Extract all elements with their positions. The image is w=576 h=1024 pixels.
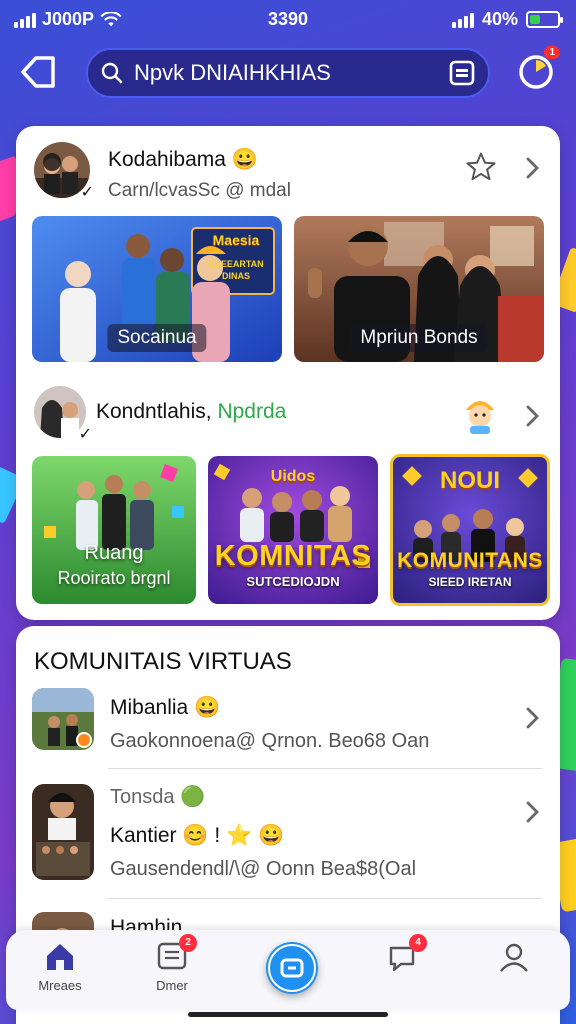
nav-badge: 4 — [409, 934, 427, 952]
favorite-star-icon[interactable] — [464, 150, 498, 184]
nav-label: Dmer — [156, 978, 188, 993]
community-row[interactable]: Mibanlia 😀 Gaokonnoena@ Qrnon. Beo68 Oan — [16, 688, 560, 766]
search-bar[interactable]: Npvk DNIAIHKHIAS — [86, 48, 490, 98]
emoji-icon: 😊 — [182, 824, 209, 847]
group-header[interactable]: ✓ Kondntlahis, Npdrda — [16, 380, 560, 450]
notification-button[interactable]: 1 — [516, 46, 560, 92]
media-tile[interactable]: Ruang Rooirato brgnl — [32, 456, 196, 604]
divider — [108, 768, 542, 769]
battery-icon — [526, 11, 563, 28]
media-tile[interactable]: NOUI KOMUNITANS SIEED IRETAN — [390, 454, 550, 606]
status-bar: J000P 3390 40% — [0, 0, 576, 40]
create-button[interactable] — [266, 942, 318, 994]
smile-emoji-icon: 😀 — [194, 696, 221, 719]
community-thumbnail — [32, 784, 94, 880]
tile-sign-subtitle: SUEEARTAN DINAS — [208, 259, 264, 281]
notification-badge: 1 — [544, 46, 560, 59]
verified-icon: ✓ — [78, 426, 92, 443]
community-subtitle: Gaokonnoena@ Qrnon. Beo68 Oan — [110, 730, 430, 752]
home-icon — [47, 944, 73, 970]
chevron-right-icon[interactable] — [522, 706, 542, 730]
bottom-navigation: Mreaes 2 Dmer 4 — [6, 930, 570, 1010]
scan-icon[interactable] — [448, 59, 476, 87]
search-input[interactable]: Npvk DNIAIHKHIAS — [134, 60, 448, 86]
community-kicker: Tonsda 🟢 — [110, 786, 205, 808]
group-title: Kodahibama 😀 — [108, 148, 258, 171]
nav-label: Mreaes — [38, 978, 82, 993]
tile-top-word: NOUI — [440, 467, 500, 494]
nav-messages[interactable]: 2 Dmer — [132, 934, 212, 993]
back-arrow-icon — [21, 56, 55, 88]
community-title: Kantier 😊 ! ⭐ 😀 — [110, 824, 285, 847]
smile-emoji-icon: 😀 — [258, 824, 285, 847]
group-mascot-icon — [460, 394, 500, 434]
media-tile[interactable]: Mpriun Bonds — [294, 216, 544, 362]
nav-notifications[interactable]: 4 — [362, 934, 442, 978]
star-emoji-icon: ⭐ — [226, 824, 253, 847]
tile-headline: KOMNITAS — [214, 540, 372, 572]
chevron-right-icon[interactable] — [522, 156, 542, 180]
media-tile[interactable]: Maesia SUEEARTAN DINAS Socainua — [32, 216, 282, 362]
section-title: KOMUNITAIS VIRTUAS — [34, 648, 292, 675]
tile-subtitle: Rooirato brgnl — [57, 568, 171, 588]
tile-caption: SUTCEDIOJDN — [246, 574, 340, 589]
community-subtitle: Gausendendl/\@ Oonn Bea$8(Oal — [110, 858, 417, 880]
chevron-right-icon[interactable] — [522, 800, 542, 824]
tile-label: Mpriun Bonds — [350, 324, 488, 352]
nav-profile[interactable] — [474, 940, 554, 978]
tile-top-word: Uidos — [270, 468, 316, 485]
tile-title: Ruang — [84, 542, 144, 564]
group-subtitle: Carn/lcvasSc @ mdal — [108, 180, 291, 201]
tile-label: Socainua — [107, 324, 207, 352]
add-icon — [268, 944, 316, 992]
search-icon — [101, 62, 123, 84]
background-shape — [0, 155, 16, 225]
nav-home[interactable]: Mreaes — [20, 940, 100, 993]
community-thumbnail — [32, 688, 94, 750]
verified-icon: ✓ — [80, 184, 94, 201]
back-button[interactable] — [18, 52, 58, 92]
community-title: Mibanlia 😀 — [110, 696, 221, 719]
battery-percent: 40% — [481, 9, 518, 29]
community-row[interactable]: Tonsda 🟢 Kantier 😊 ! ⭐ 😀 Gausendendl/\@ … — [16, 784, 560, 888]
smile-emoji-icon: 😀 — [231, 148, 258, 171]
divider — [108, 898, 542, 899]
featured-groups-card: ✓ Kodahibama 😀 Carn/lcvasSc @ mdal Maesi… — [16, 126, 560, 620]
status-dot — [76, 732, 92, 748]
top-navigation: Npvk DNIAIHKHIAS 1 — [0, 44, 576, 104]
media-tile[interactable]: Uidos KOMNITAS SUTCEDIOJDN — [208, 456, 378, 604]
tile-sign-title: Maesia — [212, 232, 260, 248]
tile-headline: KOMUNITANS — [397, 549, 543, 572]
profile-icon — [500, 943, 528, 972]
emoji-icon: 🟢 — [180, 786, 205, 808]
nav-badge: 2 — [179, 934, 197, 952]
home-indicator — [188, 1012, 388, 1017]
group-title: Kondntlahis, Npdrda — [96, 400, 287, 423]
signal-icon — [451, 12, 474, 28]
group-avatar: ✓ — [34, 142, 94, 202]
group-header[interactable]: ✓ Kodahibama 😀 Carn/lcvasSc @ mdal — [16, 140, 560, 210]
chevron-right-icon[interactable] — [522, 404, 542, 428]
tile-caption: SIEED IRETAN — [428, 575, 512, 589]
group-avatar: ✓ — [34, 386, 94, 446]
